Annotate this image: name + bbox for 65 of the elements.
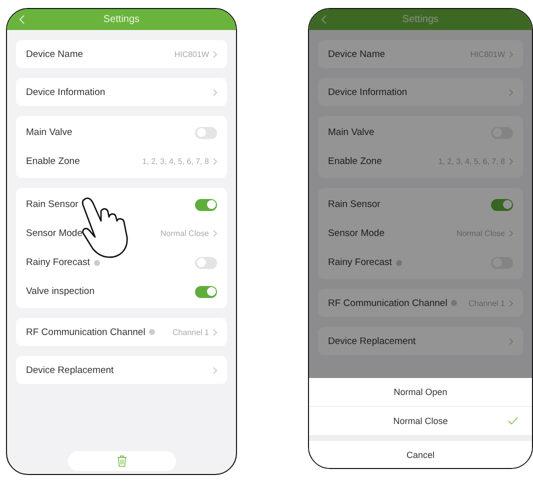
- row-label: Sensor Mode: [26, 228, 83, 239]
- toggle-switch[interactable]: [195, 256, 217, 268]
- back-icon[interactable]: [19, 15, 25, 24]
- toggle-switch[interactable]: [195, 286, 217, 298]
- chevron-right-icon: [509, 230, 513, 237]
- chevron-right-icon: [509, 300, 513, 306]
- settings-row[interactable]: Device Information: [318, 78, 523, 106]
- chevron-right-icon: [509, 88, 513, 96]
- settings-row[interactable]: Rainy Forecast: [16, 248, 227, 277]
- settings-row[interactable]: Main Valve: [318, 118, 523, 147]
- chevron-right-icon: [509, 338, 513, 344]
- settings-row[interactable]: Sensor Mode Normal Close: [16, 219, 227, 248]
- chevron-right-icon: [509, 50, 513, 58]
- toggle-switch[interactable]: [195, 198, 217, 210]
- chevron-right-icon: [213, 328, 217, 336]
- row-label: Valve inspection: [26, 286, 94, 297]
- settings-row[interactable]: Rain Sensor: [318, 190, 523, 219]
- screen-title: Settings: [402, 14, 439, 25]
- settings-row[interactable]: Rain Sensor: [16, 190, 227, 219]
- row-label: Enable Zone: [26, 156, 80, 167]
- row-label: Rainy Forecast: [328, 257, 392, 268]
- row-label: Device Name: [26, 48, 84, 60]
- chevron-right-icon: [213, 230, 217, 237]
- settings-row[interactable]: Device Information: [16, 78, 227, 106]
- info-icon[interactable]: [94, 260, 100, 266]
- row-label: Rain Sensor: [26, 199, 78, 210]
- row-label: Device Replacement: [328, 336, 416, 346]
- settings-row[interactable]: Device Name HIC801W: [16, 40, 227, 68]
- settings-row[interactable]: Main Valve: [16, 118, 227, 147]
- row-label: RF Communication Channel: [26, 326, 146, 338]
- row-value: HIC801W: [174, 50, 209, 58]
- toggle-switch[interactable]: [195, 126, 217, 138]
- settings-row[interactable]: Device Replacement: [318, 327, 523, 355]
- row-label: Device Name: [328, 48, 386, 60]
- trash-icon: [116, 455, 126, 467]
- row-label: Main Valve: [328, 127, 374, 138]
- info-icon[interactable]: [149, 329, 156, 335]
- settings-row[interactable]: Device Replacement: [16, 356, 227, 384]
- row-label: Main Valve: [26, 127, 72, 138]
- chevron-right-icon: [213, 158, 217, 165]
- back-icon[interactable]: [321, 15, 327, 24]
- chevron-right-icon: [213, 366, 217, 374]
- row-value: 1, 2, 3, 4, 5, 6, 7, 8: [142, 157, 209, 166]
- row-value: Normal Close: [160, 229, 209, 238]
- info-icon[interactable]: [451, 300, 458, 306]
- settings-row[interactable]: Enable Zone 1, 2, 3, 4, 5, 6, 7, 8: [16, 147, 227, 176]
- info-icon[interactable]: [396, 260, 402, 266]
- row-label: Sensor Mode: [328, 228, 385, 239]
- row-value: Channel 1: [172, 328, 209, 336]
- chevron-right-icon: [509, 158, 513, 165]
- row-label: Device Information: [26, 86, 106, 98]
- row-label: RF Communication Channel: [328, 298, 448, 308]
- screen-title: Settings: [103, 14, 140, 25]
- settings-row[interactable]: RF Communication Channel Channel 1: [16, 318, 227, 346]
- toggle-switch[interactable]: [491, 198, 513, 210]
- row-label: Enable Zone: [328, 156, 382, 167]
- row-label: Device Information: [328, 86, 408, 98]
- settings-row[interactable]: Rainy Forecast: [318, 248, 523, 277]
- row-label: Rain Sensor: [328, 199, 380, 210]
- settings-row[interactable]: Valve inspection: [16, 277, 227, 306]
- row-label: Device Replacement: [26, 364, 114, 376]
- chevron-right-icon: [213, 50, 217, 58]
- row-label: Rainy Forecast: [26, 257, 90, 268]
- chevron-right-icon: [213, 88, 217, 96]
- delete-button[interactable]: [68, 451, 176, 471]
